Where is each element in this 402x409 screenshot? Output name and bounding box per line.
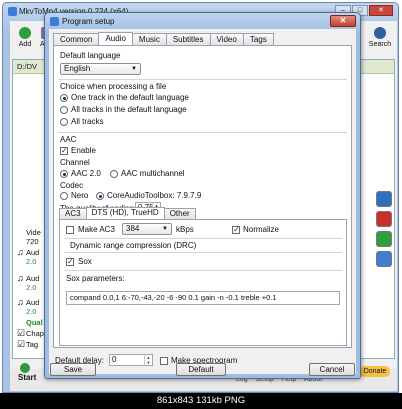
chevron-down-icon: ▼ [162, 226, 168, 232]
stepper-arrows-icon[interactable]: ▲▼ [144, 355, 152, 365]
drc-label: Dynamic range compression (DRC) [70, 241, 197, 250]
channel-label: Channel [60, 158, 90, 167]
radio-aac-multichannel[interactable] [110, 170, 118, 178]
tab-music[interactable]: Music [131, 33, 167, 45]
radio-all-tracks-label: All tracks [71, 117, 104, 126]
default-button[interactable]: Default [176, 363, 226, 376]
app-icon [8, 7, 17, 16]
make-ac3-label: Make AC3 [78, 225, 115, 234]
image-caption: 861x843 131kb PNG [0, 393, 402, 409]
radio-aac-2-0[interactable] [60, 170, 68, 178]
cancel-button[interactable]: Cancel [309, 363, 355, 376]
aac-label: AAC [60, 135, 77, 144]
add-icon [19, 27, 31, 39]
divider [58, 79, 347, 80]
tab-video[interactable]: Video [209, 33, 244, 45]
radio-coreaudiotoolbox-label: CoreAudioToolbox: 7.9.7.9 [107, 191, 202, 200]
default-language-label: Default language [60, 51, 121, 60]
list-item[interactable]: Qual [17, 318, 43, 327]
normalize-label: Normalize [243, 225, 280, 234]
music-icon: ♫ [17, 297, 24, 307]
codec-subtabs: AC3 DTS (HD), TrueHD Other [59, 207, 196, 219]
delete-icon[interactable] [376, 211, 392, 227]
divider [64, 270, 342, 271]
make-ac3-checkbox[interactable] [66, 226, 74, 234]
aac-enable-label: Enable [71, 146, 96, 155]
radio-aac-2-0-label: AAC 2.0 [71, 169, 101, 178]
list-item[interactable]: ☑Chap [17, 329, 44, 339]
tab-tags[interactable]: Tags [242, 33, 274, 45]
radio-all-default-language[interactable] [60, 106, 68, 114]
divider [58, 132, 347, 133]
radio-aac-multichannel-label: AAC multichannel [121, 169, 185, 178]
tab-subtitles[interactable]: Subtitles [165, 33, 211, 45]
tools-icon[interactable] [376, 251, 392, 267]
dialog-icon [50, 17, 59, 26]
radio-all-tracks[interactable] [60, 118, 68, 126]
radio-nero[interactable] [60, 192, 68, 200]
list-item[interactable]: ☑Tag [17, 340, 38, 350]
sox-label: Sox [78, 257, 92, 266]
default-delay-stepper[interactable]: 0 ▲ ▼ [109, 354, 153, 366]
search-icon [374, 27, 386, 39]
sox-params-label: Sox parameters: [66, 274, 125, 283]
settings-tabs: Common Audio Music Subtitles Video Tags [53, 32, 274, 45]
save-button[interactable]: Save [50, 363, 96, 376]
make-spectrogram-checkbox[interactable] [160, 357, 168, 365]
start-icon[interactable] [20, 363, 30, 373]
dialog-title: Program setup [62, 17, 115, 26]
dts-truehd-panel: Make AC3 384 ▼ kBps ✓ Normalize Dynamic … [59, 219, 347, 346]
kbps-label: kBps [176, 225, 194, 234]
move-up-button[interactable] [376, 191, 392, 207]
aac-enable-checkbox[interactable]: ✓ [60, 147, 68, 155]
radio-nero-label: Nero [71, 191, 89, 200]
sox-checkbox[interactable]: ✓ [66, 258, 74, 266]
program-setup-dialog: Program setup ✕ Common Audio Music Subti… [44, 12, 361, 379]
subtab-other[interactable]: Other [163, 208, 196, 219]
list-item[interactable]: ♫ Aud 2.0 [17, 273, 39, 293]
list-item[interactable]: ♫ Aud 2.0 [17, 247, 39, 267]
subtab-ac3[interactable]: AC3 [59, 208, 87, 219]
search-button[interactable]: Search [367, 27, 393, 48]
list-item[interactable]: Vide 720 [17, 228, 41, 246]
bitrate-select[interactable]: 384 ▼ [122, 223, 172, 235]
chevron-down-icon: ▼ [131, 66, 137, 72]
move-down-button[interactable] [376, 231, 392, 247]
choice-label: Choice when processing a file [60, 82, 167, 91]
codec-label: Codec [60, 181, 84, 190]
music-icon: ♫ [17, 273, 24, 283]
checkbox-icon[interactable]: ☑ [17, 340, 26, 349]
radio-coreaudiotoolbox[interactable] [96, 192, 104, 200]
music-icon: ♫ [17, 247, 24, 257]
list-item[interactable]: ♫ Aud 2.0 [17, 297, 39, 317]
sox-params-input[interactable]: compand 0.0,1 6:-70,-43,-20 -6 -90 0.1 g… [66, 291, 340, 305]
checkbox-icon[interactable]: ☑ [17, 329, 26, 338]
close-icon[interactable]: ✕ [369, 5, 393, 16]
dialog-close-button[interactable]: ✕ [330, 15, 356, 27]
dialog-client: Common Audio Music Subtitles Video Tags … [49, 29, 356, 374]
start-button[interactable]: Start [18, 373, 36, 382]
divider [64, 238, 342, 239]
radio-all-default-language-label: All tracks in the default language [71, 105, 187, 114]
default-language-select[interactable]: English ▼ [60, 63, 141, 75]
normalize-checkbox[interactable]: ✓ [232, 226, 240, 234]
tab-common[interactable]: Common [53, 33, 100, 45]
radio-one-track[interactable] [60, 94, 68, 102]
radio-one-track-label: One track in the default language [71, 93, 189, 102]
subtab-dts-truehd[interactable]: DTS (HD), TrueHD [85, 207, 165, 219]
divider [64, 252, 342, 253]
tab-audio[interactable]: Audio [98, 32, 133, 45]
audio-tab-panel: Default language English ▼ Choice when p… [53, 45, 352, 348]
donate-button[interactable]: Donate [360, 366, 390, 377]
